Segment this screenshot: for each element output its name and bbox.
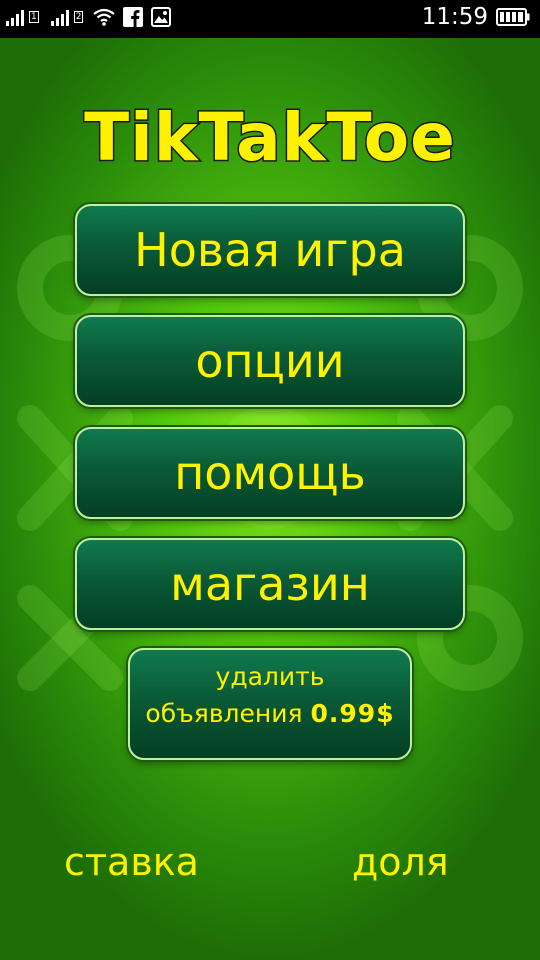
signal-icon [50,8,69,26]
shop-button[interactable]: магазин [75,538,465,630]
sim1-icon: 1 [29,11,39,23]
facebook-icon [123,7,144,27]
sim2-icon: 2 [73,11,84,23]
app-logo: TikTakToe [0,100,540,180]
clock: 11:59 [421,4,488,30]
options-button[interactable]: опции [75,315,465,407]
remove-ads-line1: удалить [215,662,325,691]
remove-ads-line2: объявления 0.99$ [130,695,410,732]
share-link[interactable]: доля [352,840,449,884]
svg-text:TikTakToe: TikTakToe [84,100,456,176]
battery-icon [496,8,530,26]
remove-ads-button[interactable]: удалить объявления 0.99$ [128,648,412,760]
signal-icon [6,8,24,26]
bet-link[interactable]: ставка [64,840,199,884]
remove-ads-price: 0.99$ [310,699,395,728]
help-button[interactable]: помощь [75,427,465,519]
image-icon [151,7,172,27]
status-bar: 1 2 11:59 [0,0,540,38]
wifi-icon [93,8,116,26]
new-game-button[interactable]: Новая игра [75,204,465,296]
remove-ads-label: объявления [145,699,303,728]
